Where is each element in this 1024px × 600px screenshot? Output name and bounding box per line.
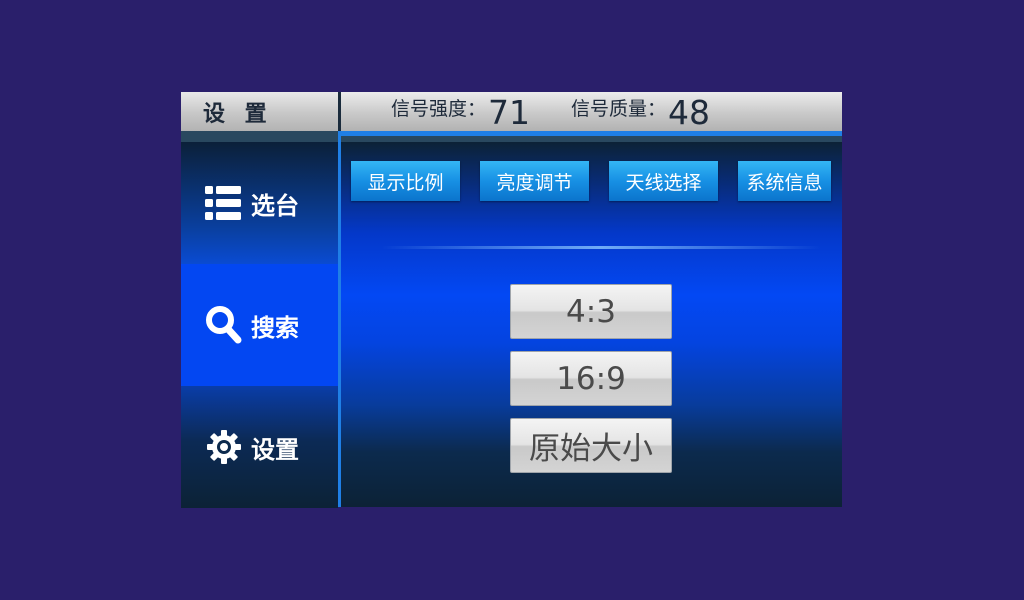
- tab-system-info[interactable]: 系统信息: [738, 161, 831, 201]
- sidebar-item-label: 选台: [251, 191, 299, 220]
- signal-strength-value: 71: [488, 93, 531, 132]
- sidebar-item-channel-select[interactable]: 选台: [181, 142, 338, 264]
- tab-display-ratio[interactable]: 显示比例: [351, 161, 460, 201]
- tab-antenna[interactable]: 天线选择: [609, 161, 718, 201]
- sidebar-item-search[interactable]: 搜索: [181, 264, 338, 386]
- sidebar-item-settings[interactable]: 设置: [181, 386, 338, 508]
- ratio-16-9-button[interactable]: 16:9: [510, 351, 672, 406]
- sidebar-item-label: 搜索: [251, 313, 299, 342]
- signal-strength: 信号强度： 71: [391, 94, 530, 129]
- signal-strength-label: 信号强度：: [391, 98, 487, 120]
- main-panel: 显示比例 亮度调节 天线选择 系统信息 4:3 16:9 原始大小: [341, 142, 842, 507]
- sidebar-item-label: 设置: [251, 435, 299, 464]
- gear-icon: [205, 428, 243, 466]
- sidebar: 选台 搜索 设置: [181, 142, 338, 508]
- tab-brightness[interactable]: 亮度调节: [480, 161, 589, 201]
- page-title: 设 置: [181, 92, 338, 131]
- search-icon: [205, 306, 243, 344]
- original-size-button[interactable]: 原始大小: [510, 418, 672, 473]
- ratio-4-3-button[interactable]: 4:3: [510, 284, 672, 339]
- settings-device-screen: 设 置 信号强度： 71 信号质量： 48 选台 搜索 设置 显示比例 亮度调节…: [181, 92, 842, 508]
- sidebar-top-strip: [181, 131, 338, 142]
- list-icon: [205, 184, 243, 222]
- signal-quality: 信号质量： 48: [571, 94, 710, 129]
- signal-quality-value: 48: [668, 93, 711, 132]
- signal-quality-label: 信号质量：: [571, 98, 667, 120]
- divider-glow: [381, 246, 821, 249]
- signal-status-bar: 信号强度： 71 信号质量： 48: [341, 92, 842, 131]
